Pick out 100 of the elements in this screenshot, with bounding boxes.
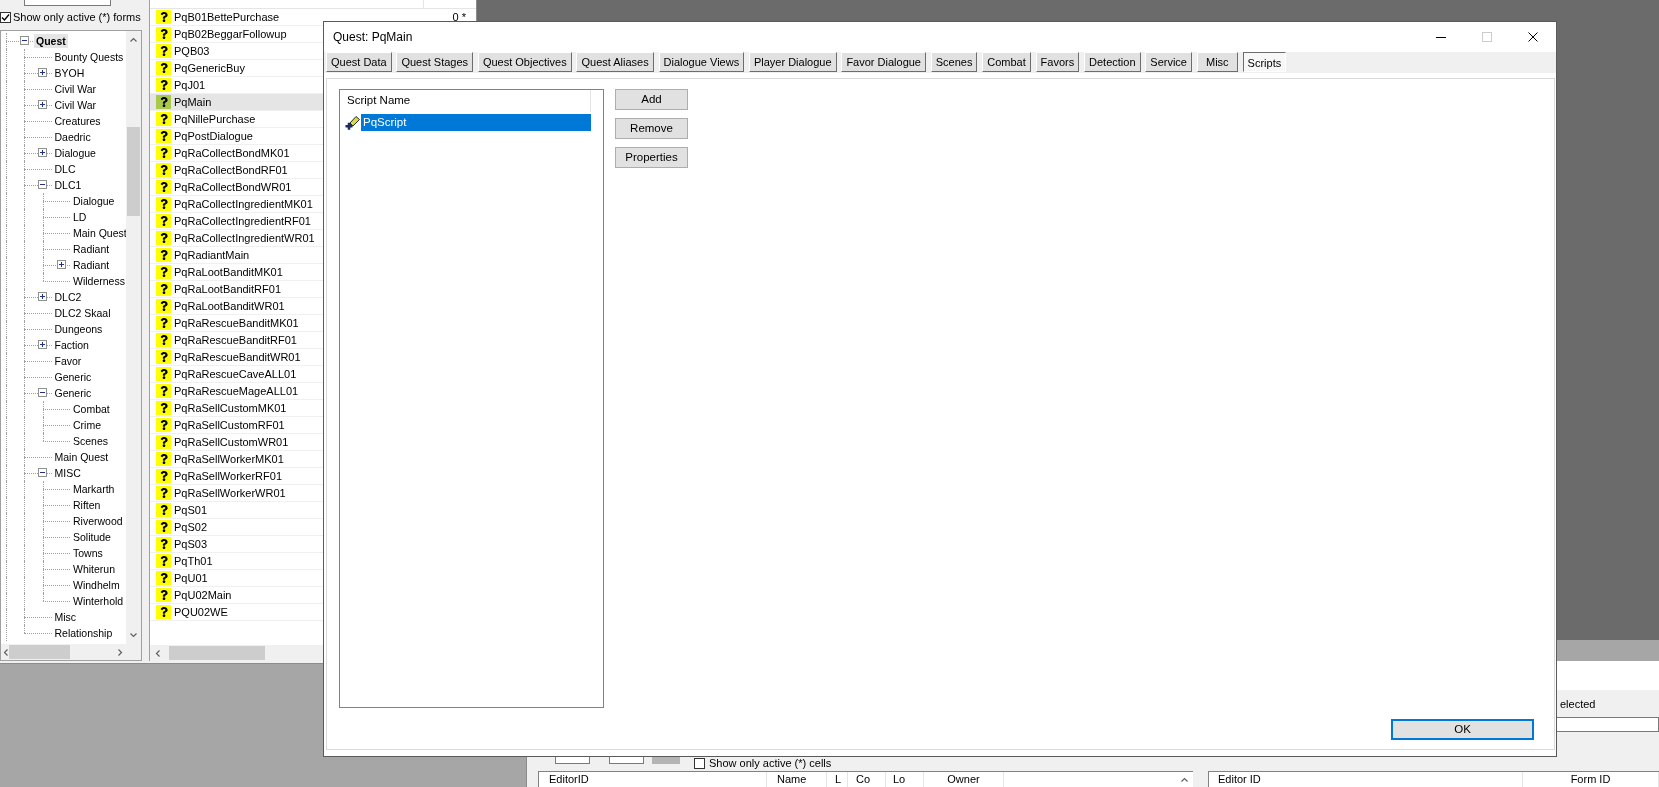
list-item[interactable]: PqRaLootBanditRF01 <box>150 281 323 298</box>
list-item[interactable]: PqRaLootBanditMK01 <box>150 264 323 281</box>
tab[interactable]: Scripts <box>1242 52 1287 72</box>
expand-icon[interactable] <box>38 148 47 157</box>
collapse-icon[interactable] <box>38 468 47 477</box>
checkbox[interactable] <box>0 12 11 23</box>
tab[interactable]: Favor Dialogue <box>841 52 926 72</box>
input-field[interactable] <box>609 757 644 764</box>
scroll-up-icon[interactable] <box>1181 777 1188 782</box>
tab[interactable]: Favors <box>1035 52 1080 72</box>
list-item[interactable]: PqRaCollectBondRF01 <box>150 162 323 179</box>
scrollbar-thumb[interactable] <box>9 645 70 659</box>
ok-button[interactable]: OK <box>1391 719 1534 740</box>
list-item[interactable]: PqS03 <box>150 536 323 553</box>
dialog-button[interactable]: Add <box>615 89 688 110</box>
list-item[interactable]: PqRaRescueCaveALL01 <box>150 366 323 383</box>
scrollbar-thumb[interactable] <box>169 646 265 660</box>
tree-item[interactable]: Daedric <box>52 129 93 144</box>
column-header[interactable]: Lo <box>886 772 924 787</box>
list-item[interactable]: PQB03 <box>150 43 323 60</box>
list-item[interactable]: PqS02 <box>150 519 323 536</box>
column-header[interactable]: L <box>827 772 848 787</box>
tree-item[interactable]: Whiterun <box>71 561 117 576</box>
list-item[interactable]: PqNillePurchase <box>150 111 323 128</box>
list-item[interactable]: PqU02Main <box>150 587 323 604</box>
filter-field[interactable] <box>24 0 111 6</box>
tree-item[interactable]: Faction <box>52 337 91 352</box>
tree-item[interactable]: Riften <box>71 497 103 512</box>
tree-item[interactable]: DLC2 <box>52 289 84 304</box>
tree-item[interactable]: Civil War <box>52 97 99 112</box>
tree-item[interactable]: Crime <box>71 417 103 432</box>
column-header[interactable]: Editor ID <box>1209 772 1523 787</box>
list-item[interactable]: PqPostDialogue <box>150 128 323 145</box>
tab[interactable]: Quest Aliases <box>576 52 654 72</box>
tree-item[interactable]: Main Quest <box>52 449 111 464</box>
scroll-up-icon[interactable] <box>130 37 137 42</box>
tab[interactable]: Service <box>1145 52 1192 72</box>
list-item[interactable]: PQU02WE <box>150 604 323 621</box>
list-item[interactable]: PqU01 <box>150 570 323 587</box>
tree-item[interactable]: Generic <box>52 385 94 400</box>
tree-item[interactable]: Generic <box>52 369 94 384</box>
tree-item[interactable]: Windhelm <box>71 577 122 592</box>
tree-item[interactable]: Combat <box>71 401 112 416</box>
scrollbar[interactable] <box>126 31 141 644</box>
tree-item[interactable]: Scenes <box>71 433 111 448</box>
tree-item[interactable]: Civil War <box>52 81 99 96</box>
tree-item[interactable]: Winterhold <box>71 593 126 608</box>
tree-item[interactable]: Wilderness <box>71 273 126 288</box>
list-item[interactable]: PqRaCollectBondWR01 <box>150 179 323 196</box>
list-item[interactable]: PqScript <box>361 114 591 131</box>
list-item[interactable]: PqRadiantMain <box>150 247 323 264</box>
input-field[interactable] <box>1557 717 1659 732</box>
tab[interactable]: Dialogue Views <box>658 52 745 72</box>
tree-item[interactable]: Dungeons <box>52 321 105 336</box>
tab[interactable]: Combat <box>982 52 1031 72</box>
checkbox[interactable] <box>694 758 705 769</box>
list-item[interactable]: PqRaSellWorkerMK01 <box>150 451 323 468</box>
list-item[interactable]: PqMain <box>150 94 323 111</box>
expand-icon[interactable] <box>38 68 47 77</box>
tree-item[interactable]: Towns <box>71 545 105 560</box>
tree-item[interactable]: DLC2 Skaal <box>52 305 113 320</box>
tree-item[interactable]: DLC1 <box>52 177 84 192</box>
list-item[interactable]: PqRaCollectIngredientWR01 <box>150 230 323 247</box>
collapse-icon[interactable] <box>38 388 47 397</box>
scroll-left-icon[interactable] <box>2 648 8 656</box>
scrollbar[interactable] <box>1 644 141 660</box>
tree-item[interactable]: BYOH <box>52 65 87 80</box>
scrollbar-thumb[interactable] <box>127 127 140 216</box>
list-item[interactable]: PqTh01 <box>150 553 323 570</box>
tab[interactable]: Quest Objectives <box>477 52 572 72</box>
list-item[interactable]: PqRaSellWorkerWR01 <box>150 485 323 502</box>
dialog-button[interactable]: Properties <box>615 147 688 168</box>
tree-item[interactable]: Radiant <box>71 257 112 272</box>
scrollbar[interactable] <box>150 645 324 661</box>
tree-item[interactable]: Creatures <box>52 113 103 128</box>
input-field[interactable] <box>555 757 590 764</box>
tree-item[interactable]: Bounty Quests <box>52 49 126 64</box>
tree-item[interactable]: Dialogue <box>52 145 98 160</box>
tab[interactable]: Misc <box>1196 52 1238 72</box>
list-item[interactable]: PqRaCollectIngredientMK01 <box>150 196 323 213</box>
tree-item[interactable]: Relationship <box>52 625 115 640</box>
expand-icon[interactable] <box>38 100 47 109</box>
list-item[interactable]: PqRaRescueMageALL01 <box>150 383 323 400</box>
tree-item[interactable]: Radiant <box>71 241 112 256</box>
tree-item[interactable]: Main Quest <box>71 225 126 240</box>
list-item[interactable]: PqRaSellCustomRF01 <box>150 417 323 434</box>
close-icon[interactable] <box>1528 32 1538 42</box>
minimize-icon[interactable] <box>1436 36 1446 38</box>
expand-icon[interactable] <box>56 260 66 269</box>
tab[interactable]: Detection <box>1084 52 1141 72</box>
tree-item[interactable]: Markarth <box>71 481 117 496</box>
tab[interactable]: Scenes <box>930 52 978 72</box>
column-header[interactable]: Script Name <box>347 92 411 110</box>
tree-item[interactable]: Favor <box>52 353 84 368</box>
scroll-down-icon[interactable] <box>130 633 137 638</box>
list-item[interactable]: PqGenericBuy <box>150 60 323 77</box>
tree-item[interactable]: DLC <box>52 161 78 176</box>
expand-icon[interactable] <box>38 292 47 301</box>
tree-item[interactable]: MISC <box>52 465 83 480</box>
list-item[interactable]: PqRaRescueBanditRF01 <box>150 332 323 349</box>
